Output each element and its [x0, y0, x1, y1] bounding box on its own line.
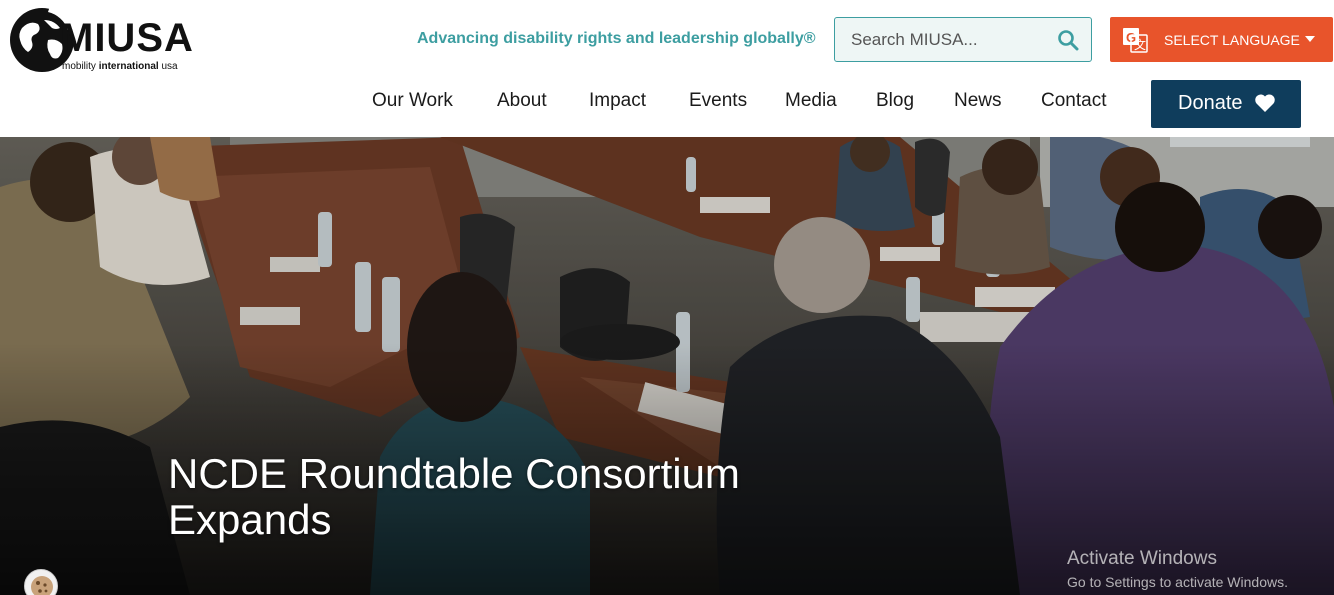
caret-down-icon [1305, 36, 1315, 42]
svg-text:文: 文 [1134, 37, 1146, 52]
site-header: MIUSA mobility international usa Advanci… [0, 0, 1334, 137]
logo-wordmark: MIUSA [60, 16, 194, 60]
cookie-icon [31, 576, 53, 595]
site-tagline: Advancing disability rights and leadersh… [417, 30, 816, 47]
logo-subtitle-bold: international [98, 61, 159, 72]
logo-subtitle-part: mobility [62, 61, 99, 72]
translate-icon: G 文 [1123, 28, 1148, 53]
nav-impact[interactable]: Impact [589, 90, 646, 112]
cookie-settings-button[interactable] [24, 569, 58, 595]
nav-about[interactable]: About [497, 90, 547, 112]
nav-media[interactable]: Media [785, 90, 837, 112]
hero-title-line-2: Expands [168, 496, 332, 543]
activate-windows-title: Activate Windows [1067, 548, 1217, 569]
nav-events[interactable]: Events [689, 90, 747, 112]
hero-title-line-1: NCDE Roundtable Consortium [168, 450, 740, 497]
nav-our-work[interactable]: Our Work [372, 90, 453, 112]
nav-blog[interactable]: Blog [876, 90, 914, 112]
logo-subtitle-end: usa [158, 61, 178, 72]
select-language-label: SELECT LANGUAGE [1164, 32, 1300, 48]
hero-title[interactable]: NCDE Roundtable Consortium Expands [168, 451, 868, 543]
donate-button[interactable]: Donate [1151, 80, 1301, 128]
activate-windows-subtitle: Go to Settings to activate Windows. [1067, 574, 1288, 590]
hero-banner: NCDE Roundtable Consortium Expands Activ… [0, 137, 1334, 595]
search-input[interactable]: Search MIUSA... [834, 17, 1092, 62]
donate-label: Donate [1178, 92, 1243, 114]
nav-news[interactable]: News [954, 90, 1002, 112]
site-logo[interactable]: MIUSA mobility international usa [8, 6, 198, 76]
nav-contact[interactable]: Contact [1041, 90, 1106, 112]
main-navigation: Our Work About Impact Events Media Blog … [0, 90, 1334, 114]
logo-subtitle: mobility international usa [62, 61, 178, 72]
search-placeholder: Search MIUSA... [851, 30, 978, 49]
heart-icon [1255, 94, 1275, 112]
search-icon[interactable] [1057, 29, 1079, 51]
select-language-button[interactable]: G 文 SELECT LANGUAGE [1110, 17, 1333, 62]
